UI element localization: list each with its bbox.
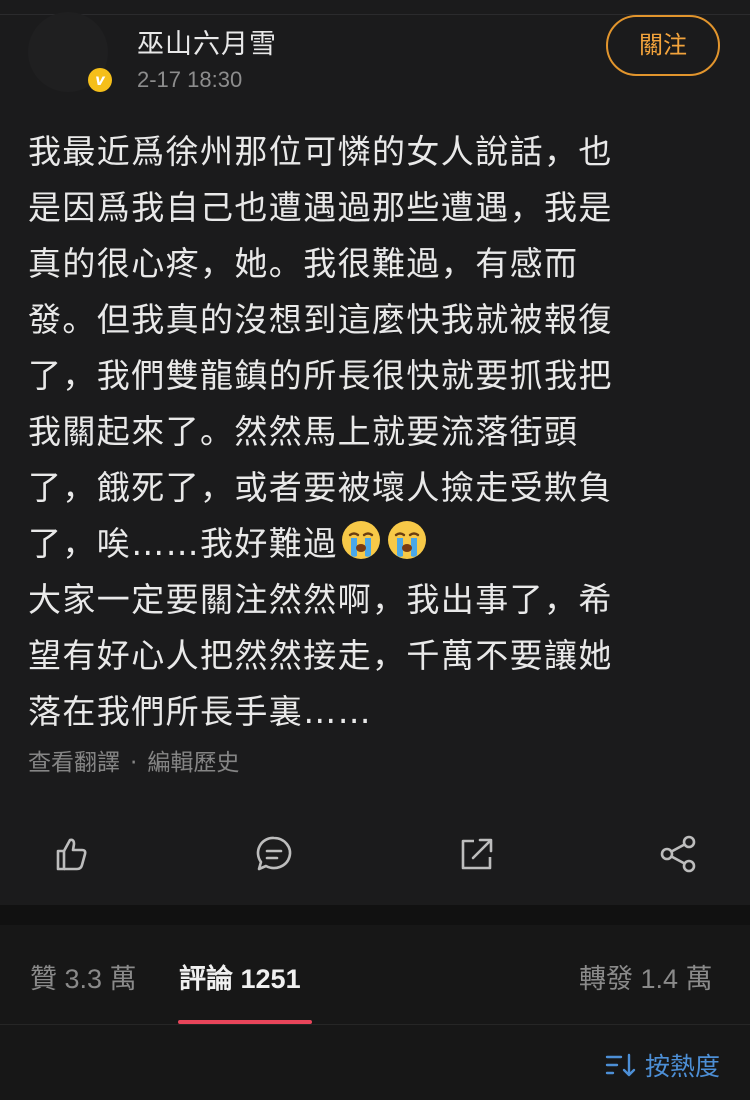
- content-line: 望有好心人把然然接走，千萬不要讓她: [28, 636, 613, 675]
- action-bar: [0, 820, 750, 890]
- translate-link[interactable]: 查看翻譯: [28, 750, 120, 776]
- repost-button[interactable]: [454, 832, 498, 876]
- post-card: v 巫山六月雪 2-17 18:30 關注 我最近爲徐州那位可憐的女人說話，也 …: [0, 0, 750, 905]
- verified-badge-icon: v: [88, 68, 112, 92]
- sort-icon: [605, 1053, 636, 1077]
- tab-likes-label: 贊: [30, 964, 57, 995]
- content-line: 發。但我真的沒想到這麼快我就被報復: [28, 300, 613, 339]
- follow-button[interactable]: 關注: [606, 15, 720, 76]
- tab-likes[interactable]: 贊 3.3 萬: [30, 957, 137, 996]
- section-gap: [0, 905, 750, 925]
- like-button[interactable]: [50, 832, 94, 876]
- sort-label: 按熱度: [644, 1052, 720, 1081]
- tab-comments-count: 1251: [240, 964, 301, 994]
- tab-comments-label: 評論: [179, 964, 233, 995]
- post-content: 我最近爲徐州那位可憐的女人說話，也 是因爲我自己也遭遇過那些遭遇，我是 真的很心…: [28, 124, 722, 740]
- content-line: 真的很心疼，她。我很難過，有感而: [28, 244, 579, 283]
- comment-icon: [256, 836, 292, 871]
- edit-history-link[interactable]: 編輯歷史: [147, 750, 239, 776]
- content-line: 我關起來了。然然馬上就要流落街頭: [28, 412, 579, 451]
- post-timestamp: 2-17 18:30: [137, 67, 243, 92]
- sort-by-hot-button[interactable]: 按熱度: [605, 1047, 720, 1083]
- tab-reposts-label: 轉發: [579, 964, 633, 995]
- content-line: 落在我們所長手裏……: [28, 692, 372, 731]
- share-out-icon: [461, 838, 493, 870]
- share-button[interactable]: [656, 832, 700, 876]
- content-line: 了，唉……我好難過: [28, 524, 338, 563]
- loudly-crying-face-icon: [341, 521, 380, 559]
- meta-separator: ·: [130, 750, 138, 776]
- content-line: 是因爲我自己也遭遇過那些遭遇，我是: [28, 188, 613, 227]
- post-meta-row: 查看翻譯 · 編輯歷史: [28, 743, 239, 777]
- interaction-tabs: 贊 3.3 萬 評論 1251 轉發 1.4 萬: [0, 925, 750, 1025]
- loudly-crying-face-icon: [387, 521, 426, 559]
- tab-reposts-count: 1.4 萬: [640, 964, 713, 994]
- content-line: 我最近爲徐州那位可憐的女人說話，也: [28, 132, 613, 171]
- content-line: 了，餓死了，或者要被壞人撿走受欺負: [28, 468, 613, 507]
- like-icon: [56, 838, 87, 871]
- username[interactable]: 巫山六月雪: [137, 22, 277, 61]
- content-line: 大家一定要關注然然啊，我出事了，希: [28, 580, 613, 619]
- comment-button[interactable]: [252, 832, 296, 876]
- sort-bar: 按熱度: [0, 1025, 750, 1100]
- tab-reposts[interactable]: 轉發 1.4 萬: [579, 957, 713, 996]
- share-network-icon: [660, 835, 696, 873]
- tab-comments[interactable]: 評論 1251: [179, 957, 301, 996]
- tab-likes-count: 3.3 萬: [64, 964, 137, 994]
- content-line: 了，我們雙龍鎮的所長很快就要抓我把: [28, 356, 613, 395]
